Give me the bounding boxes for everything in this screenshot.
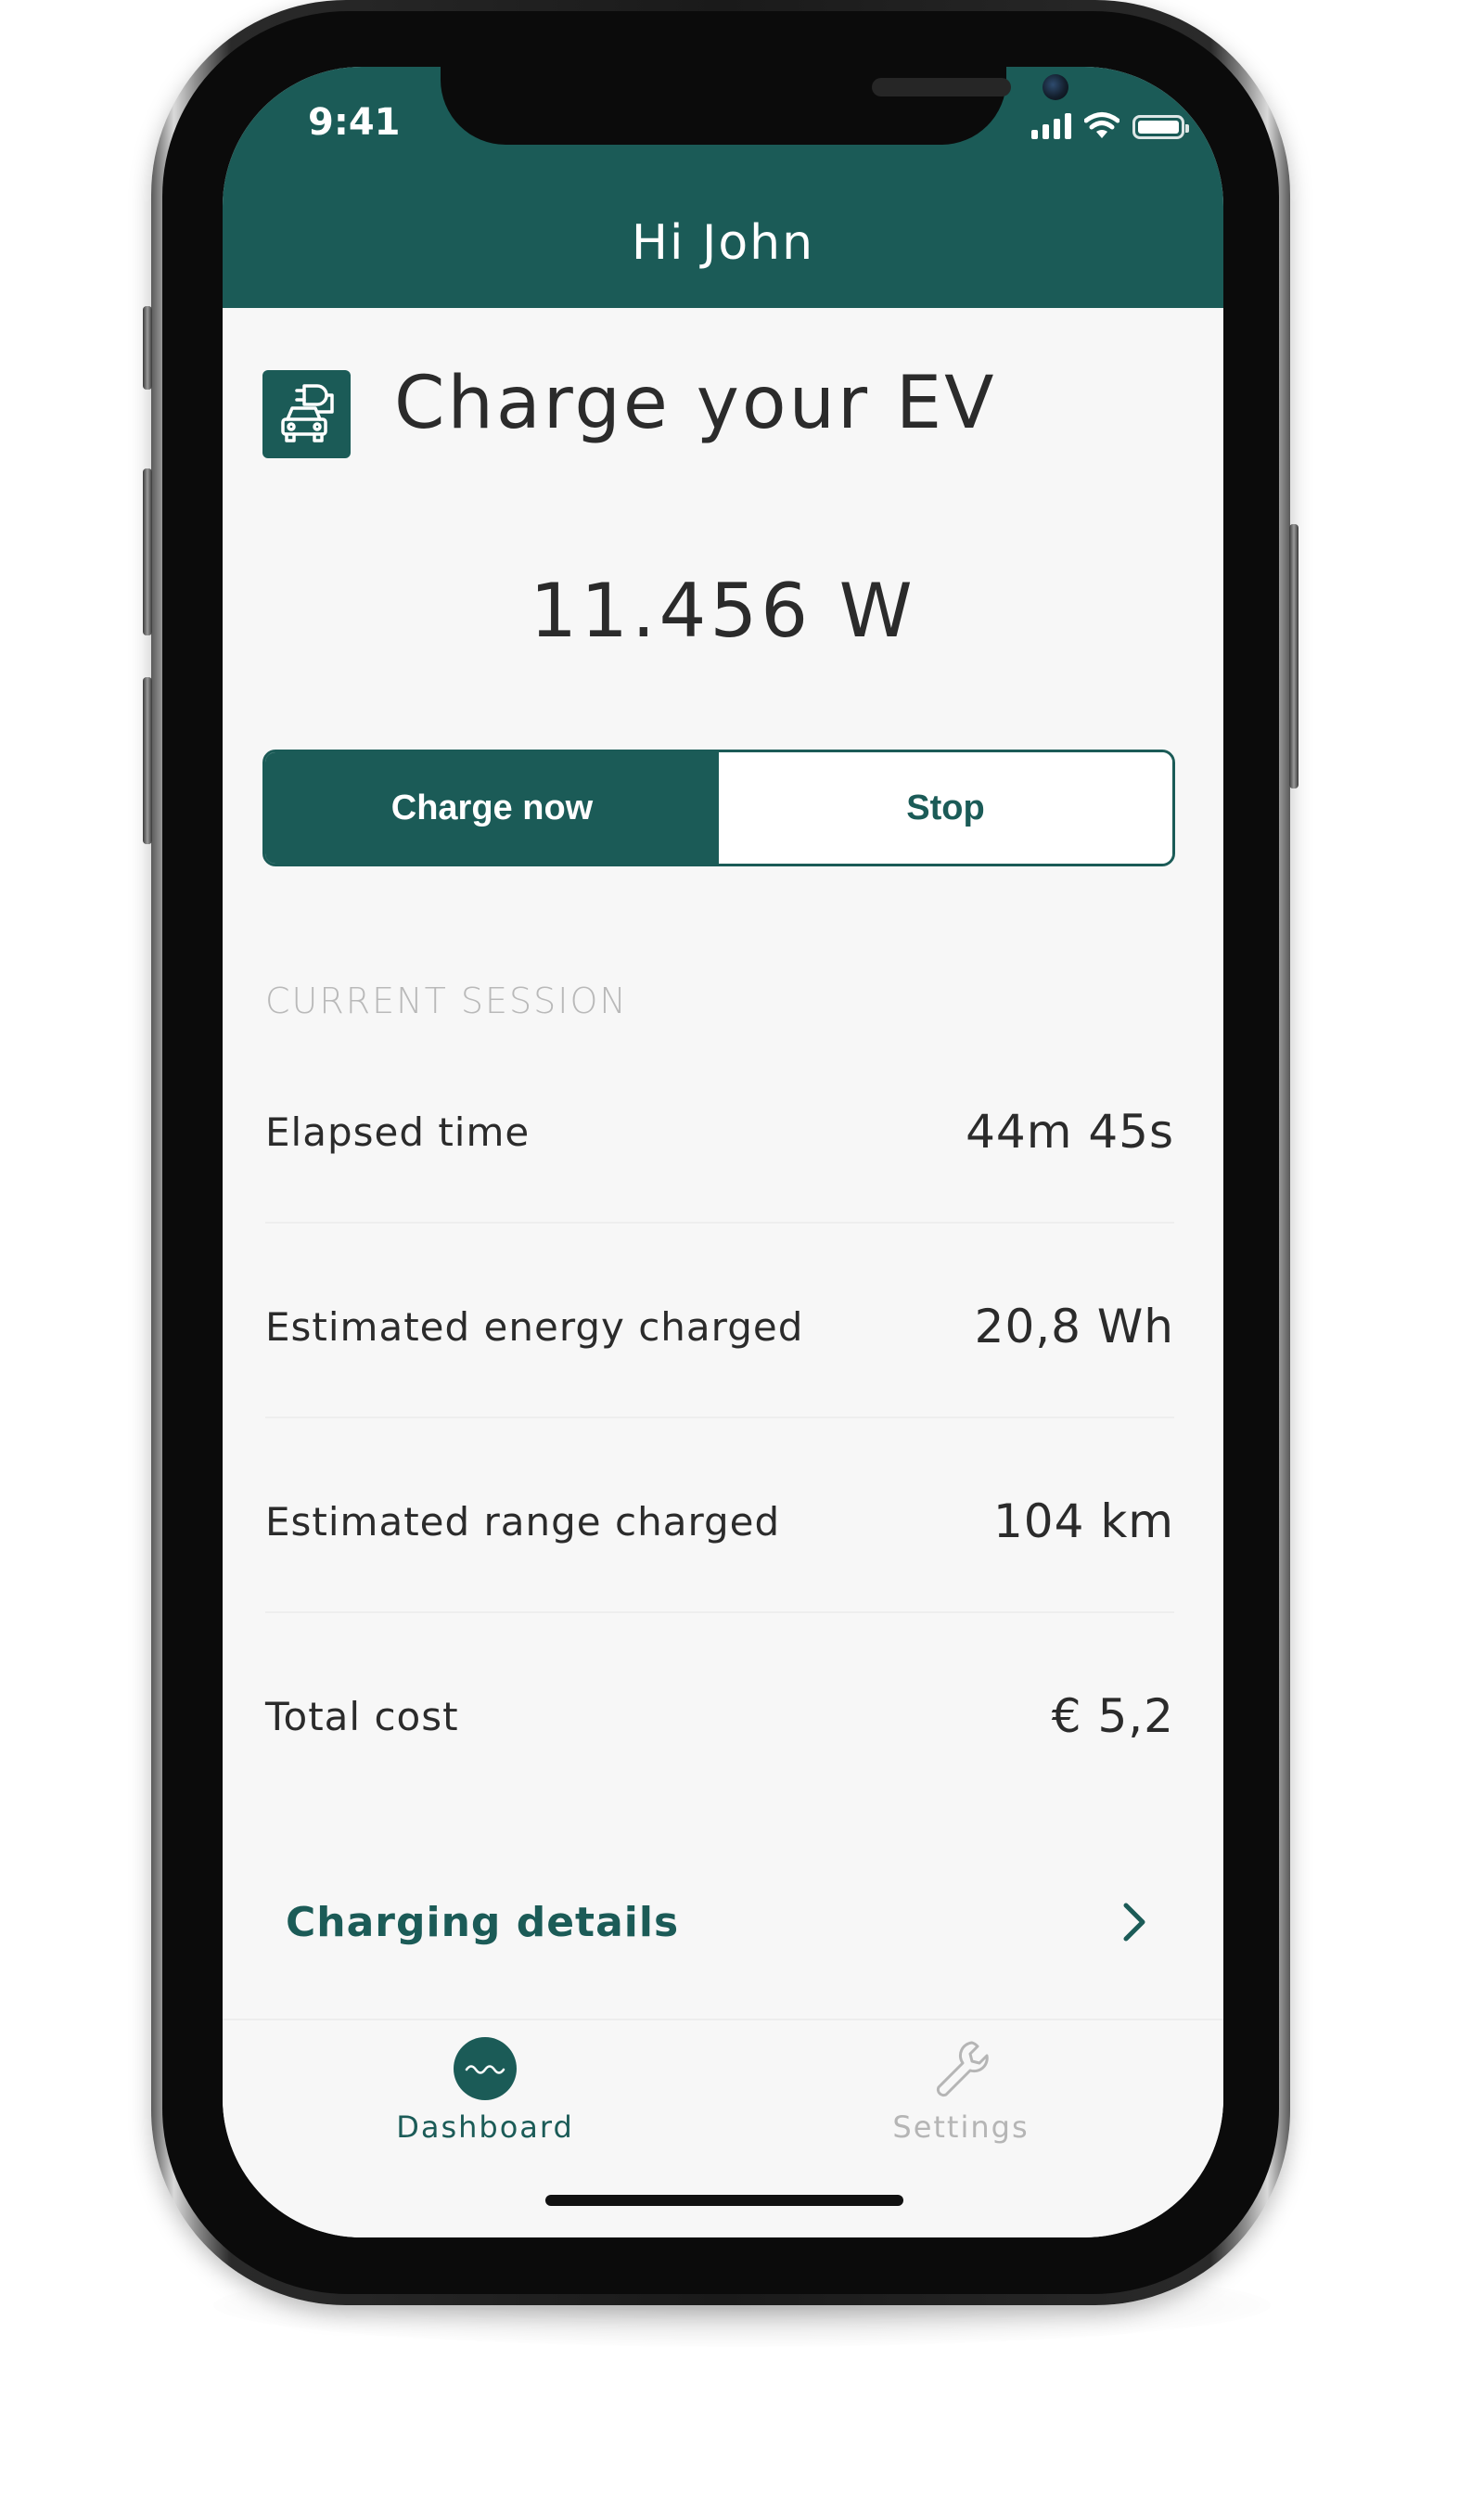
- row-value: 20,8 Wh: [974, 1300, 1174, 1353]
- canvas: 9:41 Hi John Charge your EV 11.456 W Cha…: [0, 0, 1484, 2500]
- row-divider: [265, 1611, 1174, 1613]
- charge-now-button[interactable]: Charge now: [265, 752, 719, 864]
- row-label: Total cost: [265, 1693, 459, 1739]
- app-screen: 9:41 Hi John Charge your EV 11.456 W Cha…: [223, 67, 1223, 2237]
- wave-icon: [454, 2037, 517, 2100]
- wrench-icon: [936, 2041, 989, 2097]
- power-button: [1289, 524, 1298, 788]
- device-notch: [441, 67, 1068, 145]
- stop-button[interactable]: Stop: [719, 752, 1172, 864]
- app-header: 9:41 Hi John: [223, 67, 1223, 308]
- ev-charging-car-icon: [262, 370, 351, 458]
- battery-icon: [1132, 115, 1189, 139]
- charging-details-label: Charging details: [286, 1898, 680, 1946]
- status-time: 9:41: [308, 101, 401, 144]
- power-reading: 11.456 W: [530, 568, 916, 654]
- home-indicator[interactable]: [545, 2195, 903, 2206]
- tab-dashboard[interactable]: Dashboard: [365, 2037, 606, 2145]
- cellular-signal-icon: [1031, 111, 1071, 139]
- row-label: Estimated energy charged: [265, 1303, 804, 1350]
- front-camera: [1043, 74, 1068, 100]
- row-value: 44m 45s: [966, 1105, 1174, 1159]
- chevron-right-icon: [1123, 1903, 1145, 1942]
- session-row-energy-charged: Estimated energy charged 20,8 Wh: [265, 1289, 1174, 1364]
- row-value: 104 km: [993, 1494, 1174, 1548]
- earpiece-speaker: [872, 78, 1011, 96]
- mute-switch: [143, 306, 152, 390]
- section-heading-current-session: CURRENT SESSION: [265, 981, 628, 1021]
- greeting-title: Hi John: [631, 215, 815, 271]
- tab-label-dashboard: Dashboard: [396, 2109, 574, 2145]
- charge-control: Charge now Stop: [262, 750, 1175, 866]
- tab-settings[interactable]: Settings: [840, 2037, 1081, 2145]
- page-title: Charge your EV: [394, 362, 997, 445]
- wifi-icon: [1084, 112, 1119, 138]
- charging-details-link[interactable]: Charging details: [286, 1885, 1148, 1959]
- row-label: Elapsed time: [265, 1109, 531, 1155]
- session-row-total-cost: Total cost € 5,2: [265, 1679, 1174, 1753]
- status-icons: [1031, 108, 1189, 139]
- session-row-elapsed-time: Elapsed time 44m 45s: [265, 1095, 1174, 1169]
- tab-label-settings: Settings: [892, 2109, 1030, 2145]
- session-row-range-charged: Estimated range charged 104 km: [265, 1484, 1174, 1558]
- row-label: Estimated range charged: [265, 1498, 781, 1545]
- volume-up-button: [143, 468, 152, 635]
- row-divider: [265, 1417, 1174, 1418]
- row-value: € 5,2: [1051, 1689, 1174, 1743]
- volume-down-button: [143, 677, 152, 844]
- row-divider: [265, 1222, 1174, 1224]
